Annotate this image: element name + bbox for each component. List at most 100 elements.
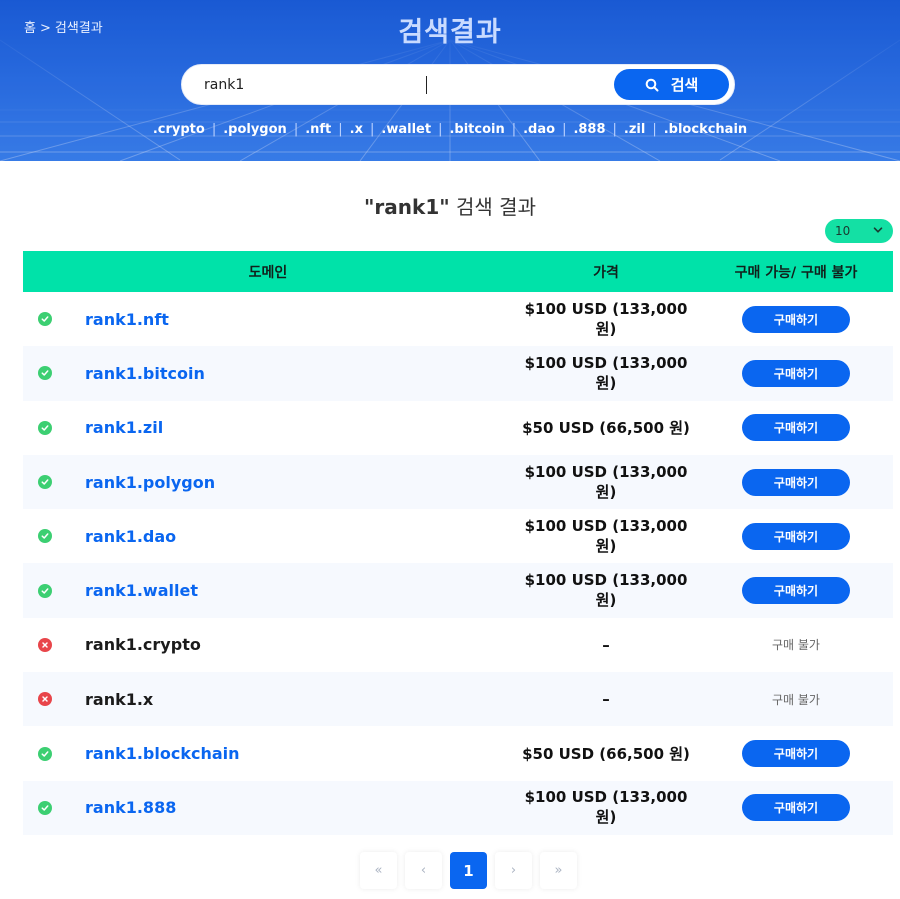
available-icon (38, 475, 52, 490)
results-heading-suffix: 검색 결과 (449, 195, 536, 219)
tld-link-blockchain[interactable]: .blockchain (657, 122, 754, 137)
tld-link-888[interactable]: .888 (566, 122, 612, 137)
table-row: rank1.bitcoin $100 USD (133,000 원) 구매하기 (23, 346, 893, 401)
buy-button[interactable]: 구매하기 (742, 359, 850, 387)
buy-cell: 구매하기 (699, 740, 893, 768)
domain-price: $100 USD (133,000 원) (524, 788, 688, 827)
prev-page-button[interactable]: ‹ (405, 852, 442, 889)
first-page-button[interactable]: « (360, 852, 397, 889)
availability-status (23, 800, 67, 815)
availability-status (23, 529, 67, 544)
check-icon (41, 805, 49, 811)
buy-button[interactable]: 구매하기 (742, 794, 850, 822)
search-hero-banner: 홈>검색결과 검색결과 검색 .crypto|.polygon|.nft|.x|… (0, 0, 900, 161)
tld-link-x[interactable]: .x (343, 122, 370, 137)
not-available-label: 구매 불가 (772, 638, 820, 653)
table-row: rank1.polygon $100 USD (133,000 원) 구매하기 (23, 454, 893, 510)
domain-price: – (602, 690, 610, 709)
buy-cell: 구매하기 (699, 468, 893, 496)
buy-button[interactable]: 구매하기 (742, 468, 850, 496)
table-row: rank1.blockchain $50 USD (66,500 원) 구매하기 (23, 726, 893, 780)
tld-link-polygon[interactable]: .polygon (216, 122, 294, 137)
buy-cell: 구매하기 (699, 577, 893, 605)
results-heading: "rank1" 검색 결과 (0, 191, 900, 220)
tld-link-wallet[interactable]: .wallet (374, 122, 438, 137)
tld-link-dao[interactable]: .dao (516, 122, 562, 137)
domain-name[interactable]: rank1.polygon (67, 473, 513, 492)
tld-link-bitcoin[interactable]: .bitcoin (442, 122, 511, 137)
not-available-label: 구매 불가 (772, 692, 820, 707)
table-row: rank1.x – 구매 불가 (23, 672, 893, 727)
table-row: rank1.888 $100 USD (133,000 원) 구매하기 (23, 780, 893, 835)
buy-cell: 구매하기 (699, 305, 893, 333)
domain-name: rank1.crypto (85, 635, 201, 655)
search-box: 검색 (181, 64, 735, 105)
search-input[interactable] (204, 73, 584, 97)
buy-button[interactable]: 구매하기 (742, 740, 850, 768)
domain-name: rank1.x (85, 689, 154, 709)
results-query: "rank1" (364, 195, 450, 219)
table-row: rank1.dao $100 USD (133,000 원) 구매하기 (23, 509, 893, 563)
availability-status (23, 312, 67, 327)
domain-price: $50 USD (66,500 원) (522, 745, 690, 764)
available-icon (38, 800, 52, 815)
domain-name[interactable]: rank1.dao (67, 527, 513, 546)
last-page-button[interactable]: » (540, 852, 577, 889)
domain-name[interactable]: rank1.bitcoin (67, 364, 513, 383)
buy-cell: 구매하기 (699, 414, 893, 442)
buy-button[interactable]: 구매하기 (742, 522, 850, 550)
tld-link-zil[interactable]: .zil (617, 122, 652, 137)
buy-cell: 구매하기 (699, 794, 893, 822)
page-size-select[interactable]: 10 (825, 219, 893, 243)
x-icon (42, 642, 48, 648)
domain-name[interactable]: rank1.nft (67, 310, 513, 329)
domain-name[interactable]: rank1.888 (67, 798, 513, 817)
domain-price: $50 USD (66,500 원) (522, 419, 690, 438)
availability-status (23, 692, 67, 707)
next-page-button[interactable]: › (495, 852, 532, 889)
column-header-domain: 도메인 (248, 264, 288, 281)
unavailable-icon (38, 692, 52, 707)
tld-link-crypto[interactable]: .crypto (146, 122, 212, 137)
check-icon (41, 370, 49, 377)
table-row: rank1.zil $50 USD (66,500 원) 구매하기 (23, 401, 893, 455)
availability-status (23, 475, 67, 490)
domain-name[interactable]: rank1.blockchain (67, 744, 513, 763)
check-icon (41, 750, 49, 757)
buy-cell: 구매 불가 (699, 636, 893, 653)
available-icon (38, 366, 52, 381)
domain-name[interactable]: rank1.wallet (67, 581, 513, 600)
domain-name[interactable]: rank1.zil (67, 418, 513, 437)
availability-status (23, 637, 67, 652)
availability-status (23, 366, 67, 381)
results-table: 도메인 가격 구매 가능/ 구매 불가 rank1.nft $100 USD (1… (23, 251, 893, 835)
buy-button[interactable]: 구매하기 (742, 577, 850, 605)
search-button[interactable]: 검색 (614, 69, 729, 100)
available-icon (38, 746, 52, 761)
tld-filter-row: .crypto | .polygon | .nft | .x | .wallet | .bitcoi… (0, 122, 900, 137)
column-header-price: 가격 (593, 264, 619, 281)
availability-status (23, 420, 67, 435)
table-body: rank1.nft $100 USD (133,000 원) 구매하기 rank1.b… (23, 292, 893, 835)
tld-link-nft[interactable]: .nft (298, 122, 338, 137)
buy-cell: 구매 불가 (699, 691, 893, 708)
page-title: 검색결과 (398, 17, 502, 48)
table-row: rank1.nft $100 USD (133,000 원) 구매하기 (23, 292, 893, 346)
domain-price: $100 USD (133,000 원) (524, 299, 688, 338)
table-row: rank1.wallet $100 USD (133,000 원) 구매하기 (23, 563, 893, 618)
table-row: rank1.crypto – 구매 불가 (23, 618, 893, 672)
table-header: 도메인 가격 구매 가능/ 구매 불가 (23, 251, 893, 292)
buy-button[interactable]: 구매하기 (742, 305, 850, 333)
available-icon (38, 583, 52, 598)
buy-button[interactable]: 구매하기 (742, 414, 850, 442)
buy-cell: 구매하기 (699, 522, 893, 550)
page-button-current[interactable]: 1 (450, 852, 487, 889)
buy-cell: 구매하기 (699, 359, 893, 387)
pagination: « ‹ 1 › » (360, 852, 577, 889)
check-icon (41, 587, 49, 594)
chevron-down-icon (873, 227, 883, 233)
availability-status (23, 583, 67, 598)
domain-price: $100 USD (133,000 원) (524, 353, 688, 392)
availability-status (23, 746, 67, 761)
available-icon (38, 312, 52, 327)
